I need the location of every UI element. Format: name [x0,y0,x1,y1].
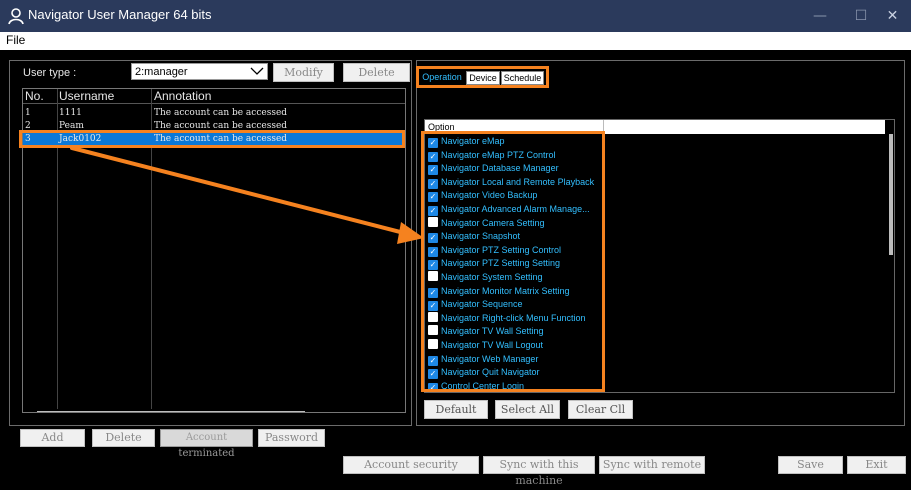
delete-button[interactable]: Delete [92,429,155,447]
row-no: 1 [25,108,31,118]
window-title: Navigator User Manager 64 bits [28,7,212,22]
exit-button[interactable]: Exit [847,456,906,474]
column-no[interactable]: No. [25,89,44,104]
title-bar: Navigator User Manager 64 bits — ☐ ✕ [0,0,911,32]
tab-device[interactable]: Device [466,71,500,85]
horizontal-scrollbar[interactable] [37,411,305,412]
column-username[interactable]: Username [59,89,114,104]
highlight-selected-user [19,130,405,148]
close-button[interactable]: ✕ [874,0,911,32]
save-button[interactable]: Save [778,456,843,474]
select-all-button[interactable]: Select All [495,400,560,419]
tab-schedule[interactable]: Schedule [501,71,544,85]
add-button[interactable]: Add [20,429,85,447]
delete-user-type-button[interactable]: Delete [343,63,410,82]
highlight-options [421,131,605,392]
menu-file[interactable]: File [6,33,25,47]
modify-button[interactable]: Modify [273,63,334,82]
user-type-select[interactable]: 2:manager [131,63,268,80]
chevron-down-icon [250,67,264,75]
table-row[interactable]: 1 1111 The account can be accessed [23,107,405,119]
menu-bar: File [0,32,911,50]
minimize-button[interactable]: — [797,0,843,32]
account-terminated-button[interactable]: Account terminated [160,429,253,459]
tab-operation[interactable]: Operation [420,71,464,85]
row-username: 1111 [59,108,82,118]
password-button[interactable]: Password [258,429,325,447]
sync-machine-button[interactable]: Sync with this machine [483,456,595,487]
clear-all-button[interactable]: Clear Cll [568,400,633,419]
account-security-button[interactable]: Account security [343,456,479,474]
row-annotation: The account can be accessed [154,108,288,118]
sync-remote-button[interactable]: Sync with remote [599,456,705,474]
user-type-value: 2:manager [135,66,188,78]
user-type-label: User type : [23,67,77,79]
default-button[interactable]: Default [424,400,488,419]
column-annotation[interactable]: Annotation [154,89,211,104]
user-icon [8,8,24,25]
scrollbar-thumb[interactable] [889,134,893,255]
